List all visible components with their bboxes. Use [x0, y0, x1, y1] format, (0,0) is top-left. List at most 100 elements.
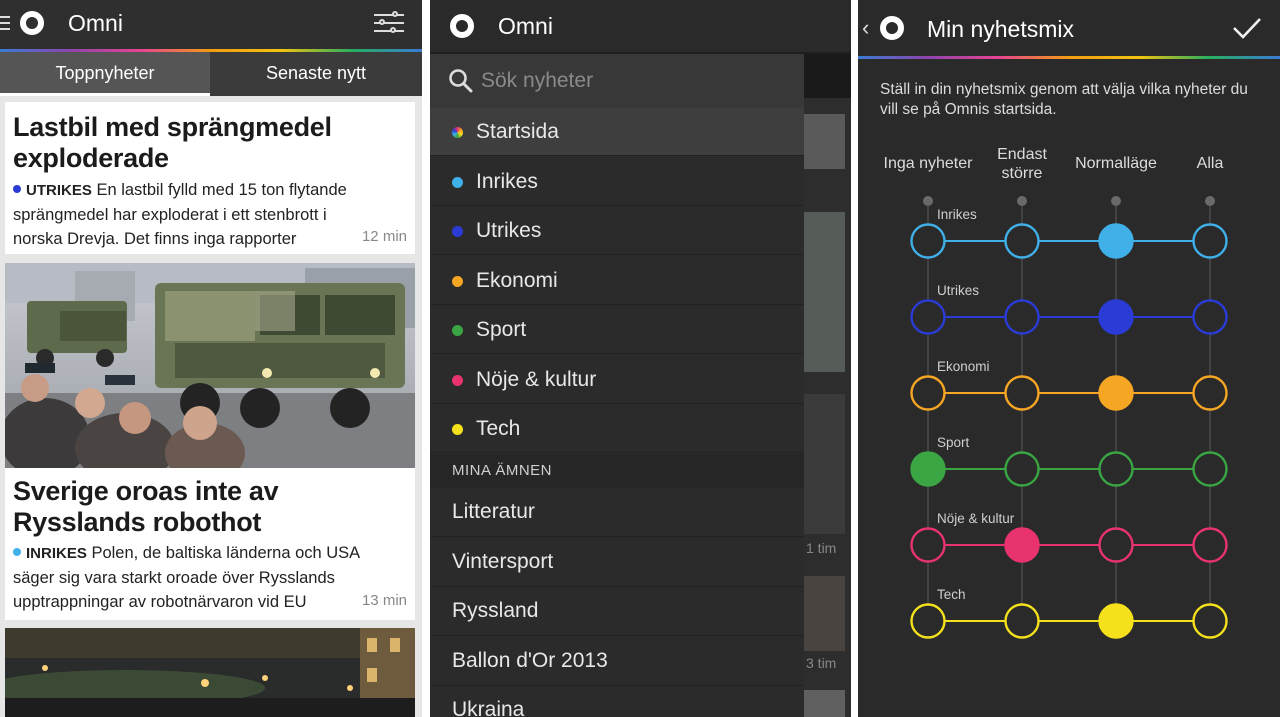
category-dot [13, 548, 21, 556]
article-title-line: Rysslands robothot [13, 507, 262, 537]
article-text-line: säger sig vara starkt oroade över Ryssla… [13, 569, 335, 587]
article-card[interactable]: Sverige oroas inte av Rysslands robothot… [5, 468, 415, 620]
app-title: Omni [68, 10, 123, 36]
article-title-line: Lastbil med sprängmedel [13, 112, 332, 142]
drawer-item-tech[interactable]: Tech [430, 405, 804, 453]
topic-item[interactable]: Litteratur [430, 488, 804, 537]
search-input[interactable]: Sök nyheter [481, 69, 593, 93]
column-top-dot [1111, 196, 1121, 206]
row-label: Utrikes [935, 283, 982, 298]
section-header-label: MINA ÄMNEN [452, 462, 553, 479]
mix-option[interactable] [910, 223, 946, 259]
topic-item[interactable]: Ballon d'Or 2013 [430, 637, 804, 686]
row-label: Tech [935, 587, 968, 602]
mix-option[interactable] [1004, 451, 1040, 487]
mix-option-selected[interactable] [1098, 603, 1134, 639]
topic-label: Ryssland [452, 599, 539, 622]
topic-label: Ballon d'Or 2013 [452, 648, 608, 672]
topic-label: Litteratur [452, 500, 535, 523]
content-peek: 1 tim 3 tim [804, 54, 851, 717]
mix-option[interactable] [910, 527, 946, 563]
article-photo[interactable] [5, 263, 415, 468]
tab-senaste-nytt[interactable]: Senaste nytt [210, 52, 422, 96]
drawer-item-ekonomi[interactable]: Ekonomi [430, 257, 804, 305]
row-label: Sport [935, 435, 972, 450]
news-mix-grid [910, 196, 1228, 639]
mix-option[interactable] [1004, 223, 1040, 259]
navigation-drawer: Sök nyheter Startsida Inrikes Utrikes Ekono… [430, 54, 804, 717]
search-bar[interactable]: Sök nyheter [430, 54, 804, 108]
drawer-item-label: Inrikes [476, 169, 538, 193]
category-color-dot [452, 176, 463, 188]
drawer-item-label: Sport [476, 318, 527, 341]
news-mix-screen: ‹ Min nyhetsmix Ställ in din nyhetsmix g… [858, 0, 1280, 717]
drawer-item-nöje-kultur[interactable]: Nöje & kultur [430, 356, 804, 404]
mix-option[interactable] [1192, 223, 1228, 259]
category-color-dot [452, 424, 463, 435]
article-title-line: exploderade [13, 143, 169, 173]
drawer-item-sport[interactable]: Sport [430, 306, 804, 354]
topic-item[interactable]: Vintersport [430, 538, 804, 587]
article-title: Sverige oroas inte av Rysslands robothot [13, 476, 279, 538]
navigation-drawer-screen: 1 tim 3 tim Omni Sök nyheter Startsida In… [430, 0, 851, 717]
mix-option[interactable] [1192, 527, 1228, 563]
omni-logo-icon [20, 11, 44, 35]
row-label: Ekonomi [935, 359, 992, 374]
drawer-item-startsida[interactable]: Startsida [430, 108, 804, 156]
mix-option[interactable] [910, 299, 946, 335]
category-color-dot [452, 325, 463, 336]
article-card[interactable]: Lastbil med sprängmedel exploderade UTRI… [5, 102, 415, 254]
article-text-line: sprängmedel har exploderat i ett stenbro… [13, 206, 327, 224]
menu-icon[interactable] [0, 16, 10, 32]
mix-option-selected[interactable] [1098, 375, 1134, 411]
drawer-item-label: Startsida [476, 120, 559, 143]
omni-logo-icon[interactable] [450, 14, 474, 38]
drawer-item-label: Ekonomi [476, 268, 558, 292]
category-color-dot [452, 374, 463, 386]
category-label: UTRIKES [26, 182, 92, 199]
mix-option-selected[interactable] [1098, 223, 1134, 259]
mix-option[interactable] [1098, 527, 1134, 563]
article-title-line: Sverige oroas inte av [13, 476, 279, 506]
peek-time: 1 tim [806, 540, 837, 556]
tab-toppnyheter[interactable]: Toppnyheter [0, 52, 210, 96]
drawer-item-label: Utrikes [476, 219, 542, 242]
topic-item[interactable]: Ukraina [430, 686, 804, 717]
mix-option[interactable] [910, 603, 946, 639]
mix-option[interactable] [1192, 375, 1228, 411]
startsida-color-wheel-icon [452, 127, 463, 138]
article-time: 13 min [335, 592, 407, 609]
mix-option[interactable] [1192, 603, 1228, 639]
mix-option-selected[interactable] [1098, 299, 1134, 335]
article-photo[interactable] [5, 628, 415, 717]
category-color-dot [452, 226, 463, 237]
mix-option-selected[interactable] [910, 451, 946, 487]
mix-option-selected[interactable] [1004, 527, 1040, 563]
mix-option[interactable] [1192, 299, 1228, 335]
drawer-item-label: Tech [476, 417, 521, 440]
article-text-line: Polen, de baltiska länderna och USA [91, 544, 361, 562]
drawer-item-inrikes[interactable]: Inrikes [430, 158, 804, 206]
mix-option[interactable] [1004, 375, 1040, 411]
settings-sliders-icon[interactable] [374, 11, 404, 35]
night-scene-image [5, 628, 415, 717]
topic-item[interactable]: Ryssland [430, 587, 804, 636]
row-label: Inrikes [935, 207, 979, 222]
mix-option[interactable] [1004, 299, 1040, 335]
mix-option[interactable] [1192, 451, 1228, 487]
parade-truck-image [5, 263, 415, 468]
drawer-item-utrikes[interactable]: Utrikes [430, 207, 804, 255]
column-top-dot [1205, 196, 1215, 206]
mix-option[interactable] [910, 375, 946, 411]
column-top-dot [1017, 196, 1027, 206]
section-header: MINA ÄMNEN [430, 454, 804, 488]
category-label: INRIKES [26, 545, 87, 562]
mix-option[interactable] [1004, 603, 1040, 639]
mix-option[interactable] [1098, 451, 1134, 487]
article-title: Lastbil med sprängmedel exploderade [13, 112, 332, 174]
topic-label: Vintersport [452, 549, 554, 573]
article-time: 12 min [335, 228, 407, 245]
search-icon [449, 69, 473, 93]
news-feed-screen: Omni Toppnyheter Senaste nytt Lastbil me… [0, 0, 422, 717]
app-bar: Omni [0, 0, 422, 50]
